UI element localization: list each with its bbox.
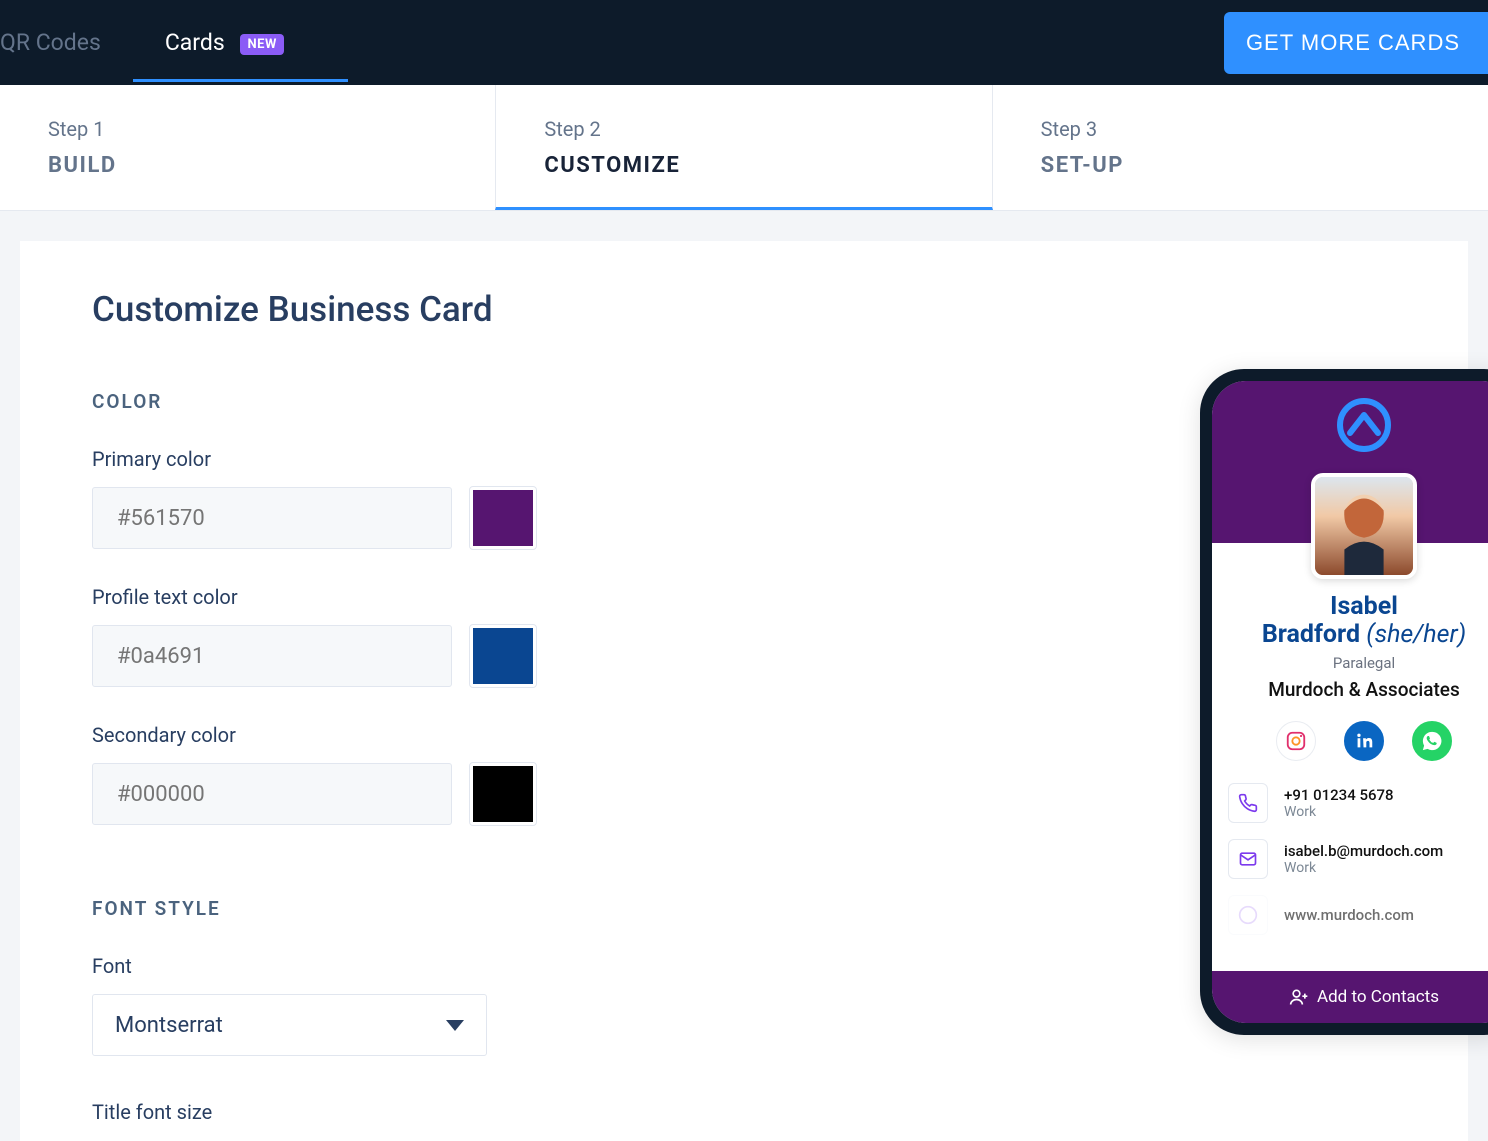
get-more-cards-button[interactable]: GET MORE CARDS	[1224, 12, 1488, 74]
step-num: Step 3	[1041, 117, 1440, 141]
whatsapp-icon[interactable]	[1412, 721, 1452, 761]
instagram-icon[interactable]	[1276, 721, 1316, 761]
step-num: Step 1	[48, 117, 447, 141]
primary-color-input[interactable]	[92, 487, 452, 549]
font-select[interactable]: Montserrat	[92, 994, 487, 1056]
profile-text-color-input[interactable]	[92, 625, 452, 687]
logo-icon	[1336, 397, 1392, 453]
social-row	[1212, 721, 1488, 761]
card-last-name: Bradford	[1262, 620, 1360, 649]
title-font-size-label: Title font size	[92, 1100, 1396, 1124]
contact-item-phone[interactable]: +91 01234 5678 Work	[1228, 783, 1488, 823]
profile-text-color-swatch[interactable]	[470, 625, 536, 687]
card-name: Isabel Bradford (she/her)	[1212, 593, 1488, 648]
add-to-contacts-label: Add to Contacts	[1317, 987, 1439, 1007]
contact-list: +91 01234 5678 Work isabel.b@murdoch.com…	[1212, 761, 1488, 935]
step-name: CUSTOMIZE	[544, 153, 943, 178]
tab-cards[interactable]: Cards NEW	[133, 3, 316, 82]
chevron-down-icon	[446, 1020, 464, 1031]
globe-icon	[1228, 895, 1268, 935]
step-setup[interactable]: Step 3 SET-UP	[993, 85, 1488, 210]
page-title: Customize Business Card	[92, 289, 1396, 330]
step-num: Step 2	[544, 117, 943, 141]
stepper: Step 1 BUILD Step 2 CUSTOMIZE Step 3 SET…	[0, 85, 1488, 211]
contact-web-value: www.murdoch.com	[1284, 906, 1414, 924]
contact-item-web[interactable]: www.murdoch.com	[1228, 895, 1488, 935]
secondary-color-swatch[interactable]	[470, 763, 536, 825]
avatar	[1311, 473, 1417, 579]
contact-phone-label: Work	[1284, 804, 1394, 820]
step-name: BUILD	[48, 153, 447, 178]
contact-item-email[interactable]: isabel.b@murdoch.com Work	[1228, 839, 1488, 879]
card-preview-screen: Isabel Bradford (she/her) Paralegal Murd…	[1212, 381, 1488, 1023]
add-to-contacts-button[interactable]: Add to Contacts	[1212, 971, 1488, 1023]
card-pronoun: (she/her)	[1366, 620, 1466, 649]
card-company: Murdoch & Associates	[1212, 678, 1488, 701]
user-plus-icon	[1289, 987, 1309, 1007]
primary-color-swatch[interactable]	[470, 487, 536, 549]
step-build[interactable]: Step 1 BUILD	[0, 85, 495, 210]
new-badge: NEW	[240, 34, 283, 55]
contact-email-label: Work	[1284, 860, 1443, 876]
secondary-color-input[interactable]	[92, 763, 452, 825]
phone-icon	[1228, 783, 1268, 823]
customize-panel: Customize Business Card COLOR Primary co…	[20, 241, 1468, 1141]
tab-cards-label: Cards	[165, 29, 225, 56]
font-select-value: Montserrat	[115, 1013, 223, 1038]
step-name: SET-UP	[1041, 153, 1440, 178]
contact-email-value: isabel.b@murdoch.com	[1284, 842, 1443, 860]
card-first-name: Isabel	[1330, 592, 1398, 621]
contact-phone-value: +91 01234 5678	[1284, 786, 1394, 804]
tab-qr-codes[interactable]: QR Codes	[0, 3, 133, 82]
card-preview-phone: Isabel Bradford (she/her) Paralegal Murd…	[1200, 369, 1488, 1035]
top-nav: QR Codes Cards NEW GET MORE CARDS	[0, 0, 1488, 85]
card-role: Paralegal	[1212, 654, 1488, 672]
mail-icon	[1228, 839, 1268, 879]
step-customize[interactable]: Step 2 CUSTOMIZE	[495, 85, 992, 210]
linkedin-icon[interactable]	[1344, 721, 1384, 761]
